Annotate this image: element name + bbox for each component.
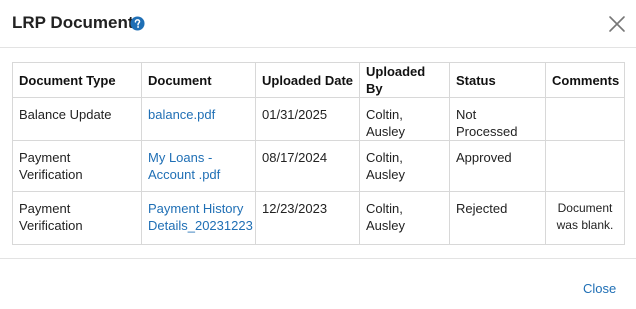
uploaded-by-cell: Coltin, Ausley <box>359 97 450 141</box>
status-cell: Approved <box>449 140 546 192</box>
documents-table: Document Type Document Uploaded Date Upl… <box>12 62 625 245</box>
document-cell: My Loans - Account .pdf <box>141 140 256 192</box>
comments-cell: Document was blank. <box>545 191 625 245</box>
comments-cell <box>545 97 625 141</box>
status-cell: Not Processed <box>449 97 546 141</box>
table-row: Payment Verification My Loans - Account .… <box>12 140 625 192</box>
document-cell: Payment History Details_20231223 <box>141 191 256 245</box>
document-link[interactable]: balance.pdf <box>148 107 215 122</box>
document-link[interactable]: My Loans - Account .pdf <box>148 150 220 182</box>
table-row: Balance Update balance.pdf 01/31/2025 Co… <box>12 97 625 141</box>
dialog-header: LRP Documents <box>0 0 636 48</box>
column-header-uploaded-by[interactable]: Uploaded By <box>359 62 450 98</box>
dialog-title: LRP Documents <box>12 13 143 32</box>
column-header-uploaded-date[interactable]: Uploaded Date <box>255 62 360 98</box>
document-type-cell: Payment Verification <box>12 191 142 245</box>
status-cell: Rejected <box>449 191 546 245</box>
close-link[interactable]: Close <box>583 281 616 296</box>
uploaded-date-cell: 08/17/2024 <box>255 140 360 192</box>
column-header-status[interactable]: Status <box>449 62 546 98</box>
table-row: Payment Verification Payment History Deta… <box>12 191 625 245</box>
footer-divider <box>0 258 636 259</box>
table-header-row: Document Type Document Uploaded Date Upl… <box>12 62 625 98</box>
column-header-document[interactable]: Document <box>141 62 256 98</box>
column-header-document-type[interactable]: Document Type <box>12 62 142 98</box>
document-link[interactable]: Payment History Details_20231223 <box>148 201 253 233</box>
uploaded-by-cell: Coltin, Ausley <box>359 140 450 192</box>
close-icon[interactable] <box>608 15 626 33</box>
comments-cell <box>545 140 625 192</box>
uploaded-date-cell: 12/23/2023 <box>255 191 360 245</box>
column-header-comments[interactable]: Comments <box>545 62 625 98</box>
document-cell: balance.pdf <box>141 97 256 141</box>
uploaded-date-cell: 01/31/2025 <box>255 97 360 141</box>
document-type-cell: Payment Verification <box>12 140 142 192</box>
documents-table-container: Document Type Document Uploaded Date Upl… <box>12 62 625 245</box>
help-circle-icon[interactable] <box>130 16 145 31</box>
document-type-cell: Balance Update <box>12 97 142 141</box>
uploaded-by-cell: Coltin, Ausley <box>359 191 450 245</box>
